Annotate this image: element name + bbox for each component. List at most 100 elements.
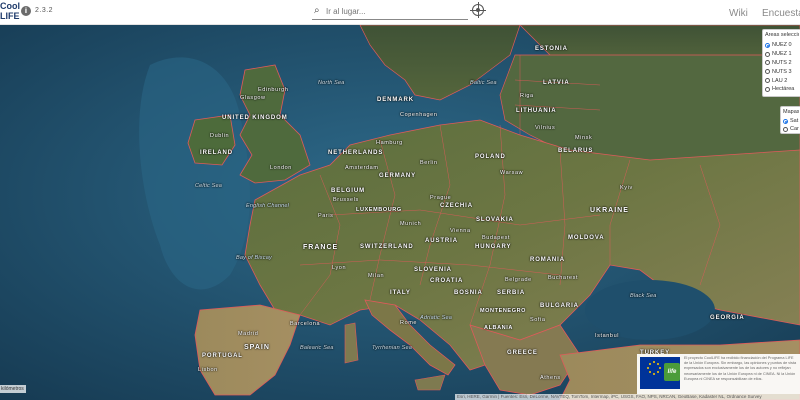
city-label: Minsk — [575, 135, 593, 141]
country-label: BELARUS — [558, 148, 594, 154]
radio-icon[interactable] — [765, 60, 770, 66]
city-label: Brussels — [333, 197, 359, 203]
sea-label: Black Sea — [630, 293, 657, 299]
area-option-nuts2[interactable]: NUTS 2 — [765, 59, 799, 68]
city-label: Vienna — [450, 228, 471, 234]
city-label: Milan — [368, 273, 385, 279]
city-label: Munich — [400, 221, 422, 227]
search-bar: ⌕ — [312, 3, 468, 20]
sea-label: Baltic Sea — [470, 80, 497, 86]
city-label: Warsaw — [500, 170, 524, 176]
nav-encuesta-link[interactable]: Encuesta — [762, 8, 800, 19]
area-option-label: NUEZ 1 — [772, 51, 792, 58]
country-label: GEORGIA — [710, 315, 745, 321]
country-label: BOSNIA — [454, 290, 483, 296]
info-icon[interactable]: i — [21, 6, 31, 16]
country-label: MOLDOVA — [568, 235, 605, 241]
eu-funding-text: El proyecto CoolLIFE ha recibido financi… — [684, 356, 797, 381]
app-logo[interactable]: Cool LIFE — [0, 1, 20, 21]
country-label: HUNGARY — [475, 244, 512, 250]
satellite-map[interactable]: ESTONIA LATVIA LITHUANIA BELARUS DENMARK… — [0, 25, 800, 400]
country-label: ALBANIA — [484, 325, 513, 331]
country-label: FRANCE — [303, 244, 339, 251]
areas-selection-panel: Áreas seleccio NUEZ 0 NUEZ 1 NUTS 2 NUTS… — [762, 29, 800, 97]
city-label: Dublin — [210, 133, 230, 139]
country-label: SWITZERLAND — [360, 244, 414, 250]
country-label: SLOVENIA — [414, 267, 452, 273]
country-label: SPAIN — [244, 344, 270, 351]
country-label: CROATIA — [430, 278, 464, 284]
country-label: ESTONIA — [535, 46, 568, 52]
country-label: GREECE — [507, 350, 538, 356]
country-label: BULGARIA — [540, 303, 579, 309]
city-label: Lyon — [332, 265, 347, 271]
country-label: LUXEMBOURG — [356, 207, 402, 213]
city-label: Athens — [540, 375, 561, 381]
map-option-label: Car — [790, 126, 799, 132]
maps-panel-title: Mapas — [783, 109, 799, 115]
life-logo: life — [664, 363, 680, 381]
area-option-label: NUTS 2 — [772, 59, 792, 66]
sea-label: Balearic Sea — [300, 345, 334, 351]
country-label: NETHERLANDS — [328, 150, 384, 156]
sea-label: Bay of Biscay — [236, 255, 272, 261]
area-option-nuts3[interactable]: NUTS 3 — [765, 67, 799, 76]
country-label: LITHUANIA — [516, 108, 557, 114]
area-option-label: NUTS 3 — [772, 68, 792, 75]
locate-icon[interactable] — [470, 2, 486, 18]
search-icon[interactable]: ⌕ — [314, 5, 320, 16]
scale-bar: kilómetros — [0, 385, 26, 393]
city-label: Madrid — [238, 331, 259, 337]
country-label: ROMANIA — [530, 257, 565, 263]
country-label: MONTENEGRO — [480, 308, 527, 314]
city-label: Belgrade — [505, 277, 532, 283]
city-label: Sofia — [530, 317, 546, 323]
city-label: Edinburgh — [258, 87, 289, 93]
radio-selected-icon[interactable] — [783, 118, 788, 124]
country-label: DENMARK — [377, 97, 414, 103]
map-option-cartographic[interactable]: Car — [783, 125, 799, 133]
country-label: UKRAINE — [590, 207, 629, 214]
map-option-satellite[interactable]: Sat — [783, 117, 799, 125]
country-label: CZECHIA — [440, 203, 473, 209]
country-label: LATVIA — [543, 80, 570, 86]
radio-icon[interactable] — [765, 69, 770, 75]
area-option-hectarea[interactable]: Hectárea — [765, 85, 799, 94]
sea-label: Tyrrhenian Sea — [372, 345, 412, 351]
country-label: BELGIUM — [331, 188, 365, 194]
city-label: Barcelona — [290, 321, 321, 327]
search-input[interactable] — [326, 4, 466, 18]
radio-icon[interactable] — [765, 51, 770, 57]
top-bar: Cool LIFE i 2.3.2 ⌕ Wiki Encuesta — [0, 0, 800, 25]
radio-selected-icon[interactable] — [765, 42, 770, 48]
city-label: Hamburg — [376, 140, 403, 146]
area-option-nuez0[interactable]: NUEZ 0 — [765, 41, 799, 50]
country-label: PORTUGAL — [202, 353, 243, 359]
country-label: GERMANY — [379, 173, 416, 179]
radio-icon[interactable] — [765, 86, 770, 92]
country-label: UNITED KINGDOM — [222, 115, 288, 121]
area-option-label: NUEZ 0 — [772, 42, 792, 49]
nav-wiki-link[interactable]: Wiki — [729, 8, 748, 19]
city-label: London — [270, 165, 292, 171]
city-label: Paris — [318, 213, 334, 219]
area-option-nuez1[interactable]: NUEZ 1 — [765, 50, 799, 59]
sea-label: North Sea — [318, 80, 345, 86]
city-label: Kyiv — [620, 185, 633, 191]
city-label: Glasgow — [240, 95, 266, 101]
map-attribution: Esri, HERE, Garmin | Fuentes: Esri, DeLo… — [455, 394, 800, 400]
maps-panel: Mapas Sat Car — [780, 106, 800, 134]
country-label: SLOVAKIA — [476, 217, 514, 223]
country-label: IRELAND — [200, 150, 233, 156]
country-label: POLAND — [475, 154, 506, 160]
sea-label: Celtic Sea — [195, 183, 223, 189]
areas-panel-title: Áreas seleccio — [765, 32, 799, 38]
radio-icon[interactable] — [783, 126, 788, 132]
city-label: Istanbul — [595, 333, 620, 339]
city-label: Rome — [400, 320, 418, 326]
radio-icon[interactable] — [765, 78, 770, 84]
country-label: ITALY — [390, 290, 411, 296]
area-option-lau2[interactable]: LAU 2 — [765, 76, 799, 85]
city-label: Copenhagen — [400, 112, 438, 118]
city-label: Prague — [430, 195, 452, 201]
